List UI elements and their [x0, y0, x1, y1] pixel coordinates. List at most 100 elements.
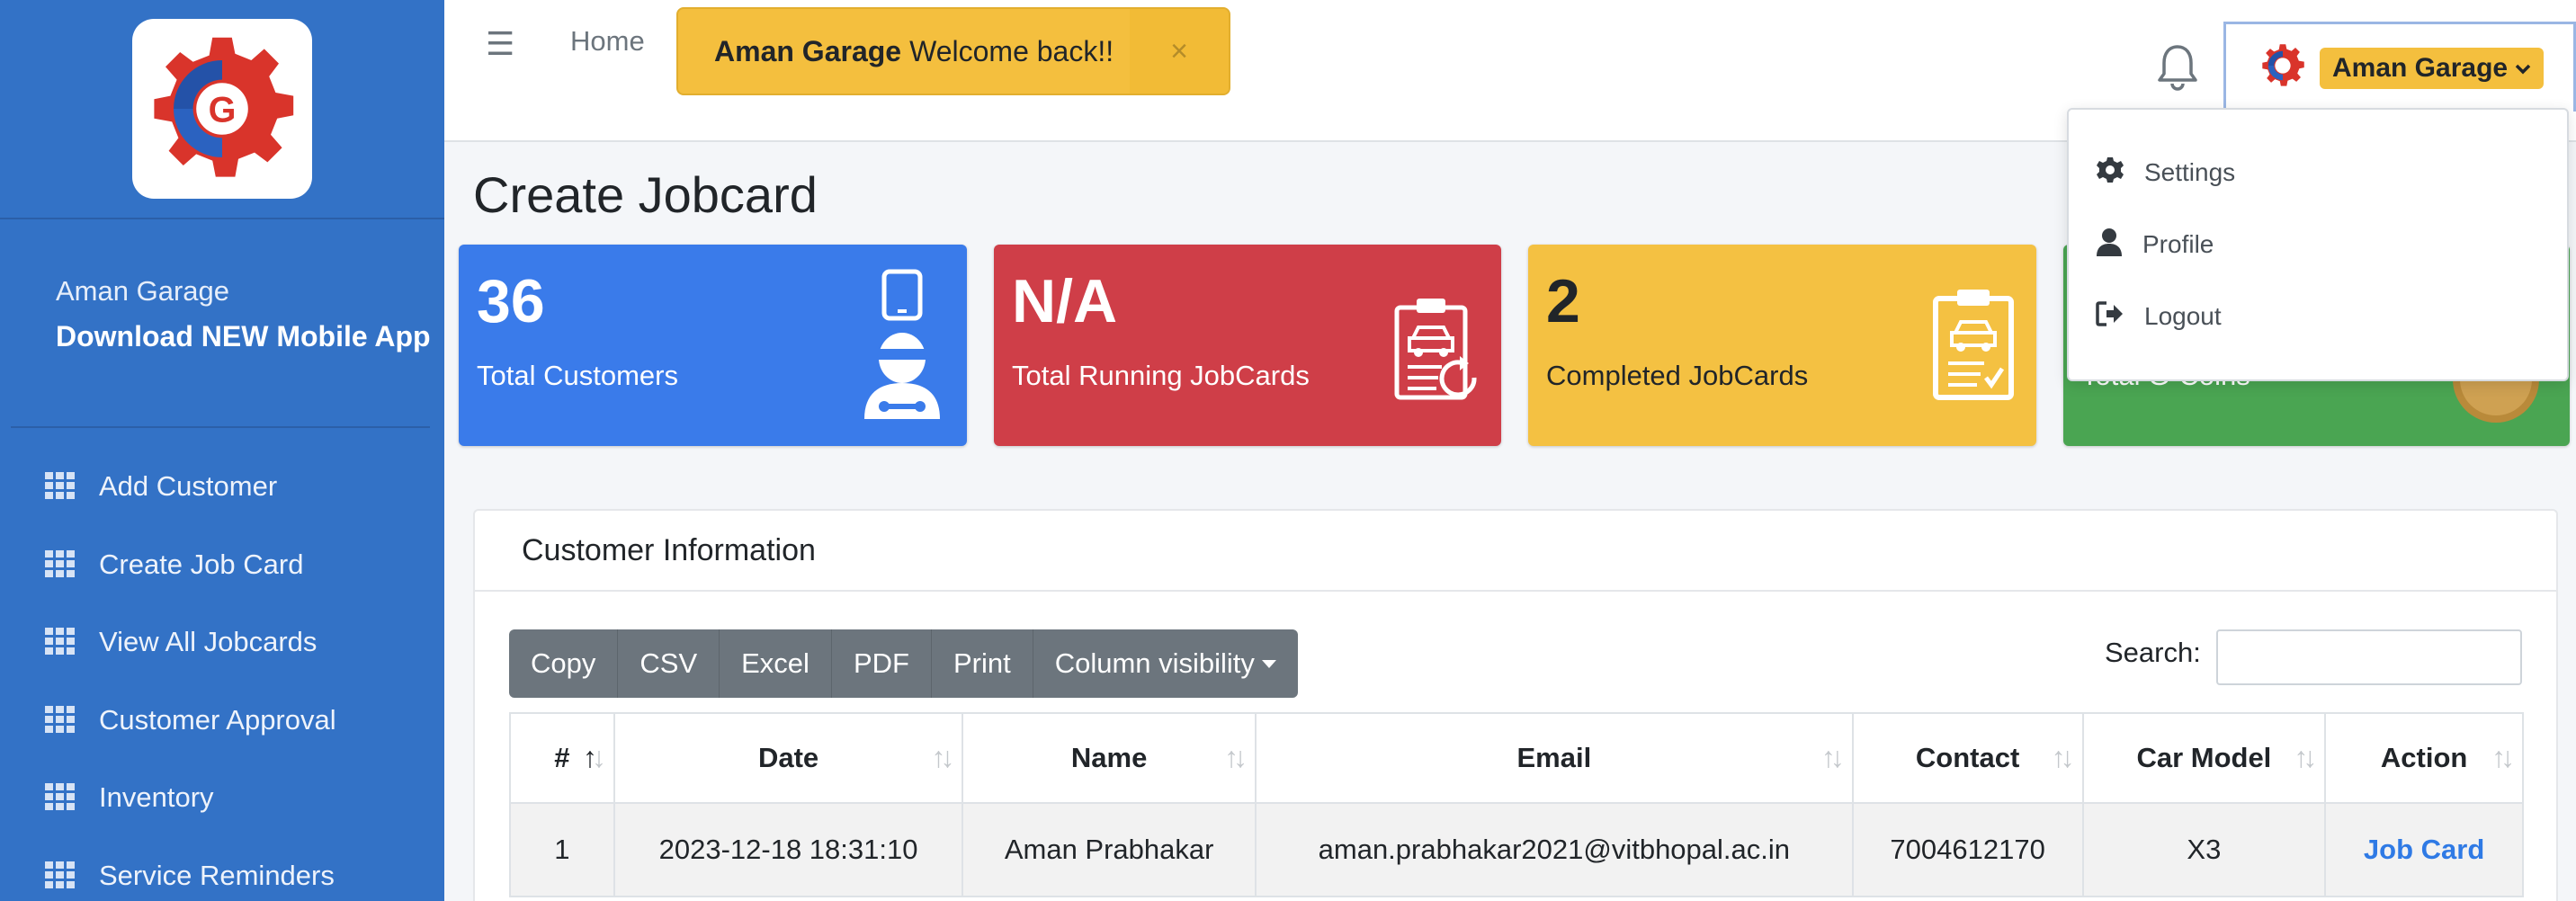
sort-asc-icon: ↑↓ — [582, 741, 606, 773]
search-input[interactable] — [2216, 629, 2522, 685]
dropdown-label-settings: Settings — [2144, 158, 2236, 186]
sidebar-item-label: Service Reminders — [99, 859, 335, 891]
table-header-row: # ↑↓ Date ↑↓ Name ↑↓ Email ↑↓ Contact ↑↓… — [509, 712, 2524, 804]
column-header-contact[interactable]: Contact ↑↓ — [1851, 712, 2084, 804]
print-button[interactable]: Print — [932, 629, 1033, 698]
dropdown-item-profile[interactable]: Profile — [2069, 209, 2567, 281]
customer-icon — [857, 268, 947, 425]
column-header-label: Date — [757, 742, 819, 773]
running-jobcard-icon — [1391, 297, 1481, 409]
sidebar-item-label: View All Jobcards — [99, 626, 318, 658]
user-name-badge: Aman Garage — [2320, 47, 2545, 89]
column-header-car-model[interactable]: Car Model ↑↓ — [2081, 712, 2327, 804]
cell-action: Job Card — [2324, 802, 2524, 897]
hamburger-menu-icon[interactable]: ☰ — [486, 25, 514, 63]
dropdown-item-logout[interactable]: Logout — [2069, 281, 2567, 352]
customer-information-panel: Customer Information Copy CSV Excel PDF … — [473, 509, 2558, 901]
cell-email: aman.prabhakar2021@vitbhopal.ac.in — [1254, 802, 1854, 897]
column-header-label: Name — [1070, 742, 1148, 773]
sort-icon: ↑↓ — [2294, 741, 2317, 773]
user-name-label: Aman Garage — [2332, 52, 2509, 83]
csv-button[interactable]: CSV — [618, 629, 720, 698]
panel-title: Customer Information — [475, 511, 2556, 592]
column-header-label: Contact — [1915, 742, 2020, 773]
stat-label: Completed JobCards — [1546, 360, 1809, 391]
sidebar: G Aman Garage Download NEW Mobile App Ad… — [0, 0, 444, 901]
job-card-link[interactable]: Job Card — [2364, 834, 2484, 865]
column-header-email[interactable]: Email ↑↓ — [1254, 712, 1854, 804]
column-header-number[interactable]: # ↑↓ — [509, 712, 615, 804]
user-menu-button[interactable]: Aman Garage — [2223, 22, 2576, 112]
sidebar-item-view-all-jobcards[interactable]: View All Jobcards — [0, 603, 444, 682]
welcome-alert: Aman Garage Welcome back!! × — [676, 7, 1230, 95]
cell-name: Aman Prabhakar — [962, 802, 1257, 897]
grid-icon — [45, 472, 77, 501]
copy-button[interactable]: Copy — [509, 629, 619, 698]
stat-card-running-jobcards[interactable]: N/A Total Running JobCards — [994, 245, 1501, 446]
search-label: Search: — [2105, 637, 2201, 668]
download-app-link[interactable]: Download NEW Mobile App — [56, 320, 444, 353]
sort-icon: ↑↓ — [1223, 741, 1248, 773]
sidebar-item-label: Inventory — [99, 781, 214, 814]
sidebar-item-inventory[interactable]: Inventory — [0, 759, 444, 837]
bell-icon[interactable] — [2157, 43, 2198, 92]
garage-logo[interactable]: G — [132, 19, 312, 199]
logo-area: G — [0, 0, 444, 219]
sidebar-nav: Add Customer Create Job Card View All Jo… — [0, 428, 444, 901]
alert-message: Welcome back!! — [909, 34, 1114, 67]
pdf-button[interactable]: PDF — [832, 629, 932, 698]
page-title: Create Jobcard — [473, 166, 818, 223]
excel-button[interactable]: Excel — [720, 629, 832, 698]
sidebar-item-label: Create Job Card — [99, 548, 304, 580]
cell-car-model: X3 — [2081, 802, 2327, 897]
column-header-label: Email — [1516, 742, 1592, 773]
column-header-date[interactable]: Date ↑↓ — [613, 712, 964, 804]
grid-icon — [45, 705, 77, 735]
stat-card-total-customers[interactable]: 36 Total Customers — [459, 245, 967, 446]
home-link[interactable]: Home — [570, 25, 645, 58]
column-header-label: # — [554, 742, 570, 773]
sort-icon: ↑↓ — [2051, 741, 2075, 773]
stat-value: 36 — [477, 267, 545, 335]
completed-jobcard-icon — [1930, 288, 2017, 407]
sidebar-user-name: Aman Garage — [56, 275, 229, 307]
column-visibility-label: Column visibility — [1054, 647, 1255, 679]
user-avatar — [2258, 41, 2307, 94]
sort-icon: ↑↓ — [1820, 741, 1845, 773]
user-panel: Aman Garage Download NEW Mobile App — [0, 219, 444, 426]
column-visibility-button[interactable]: Column visibility — [1033, 629, 1298, 698]
sidebar-item-add-customer[interactable]: Add Customer — [0, 448, 444, 526]
caret-down-icon — [1261, 659, 1276, 668]
stat-value: 2 — [1546, 267, 1580, 335]
stat-card-completed-jobcards[interactable]: 2 Completed JobCards — [1528, 245, 2036, 446]
column-header-name[interactable]: Name ↑↓ — [962, 712, 1257, 804]
alert-garage-name: Aman Garage — [714, 34, 902, 67]
sidebar-item-create-job-card[interactable]: Create Job Card — [0, 526, 444, 604]
customer-table: # ↑↓ Date ↑↓ Name ↑↓ Email ↑↓ Contact ↑↓… — [509, 712, 2524, 897]
column-header-label: Car Model — [2136, 742, 2272, 773]
sidebar-item-label: Add Customer — [99, 470, 278, 503]
chevron-down-icon — [2515, 57, 2531, 80]
stat-label: Total Running JobCards — [1012, 360, 1310, 391]
cell-number: 1 — [509, 802, 615, 897]
grid-icon — [45, 628, 77, 656]
gear-icon — [2096, 156, 2144, 191]
column-header-label: Action — [2380, 742, 2468, 773]
sidebar-item-service-reminders[interactable]: Service Reminders — [0, 837, 444, 901]
stat-label: Total Customers — [477, 360, 678, 391]
svg-text:G: G — [209, 90, 237, 129]
column-header-action[interactable]: Action ↑↓ — [2324, 712, 2524, 804]
table-row: 1 2023-12-18 18:31:10 Aman Prabhakar ama… — [509, 802, 2524, 897]
sort-icon: ↑↓ — [931, 741, 954, 773]
user-dropdown-menu: Settings Profile Logout — [2067, 108, 2569, 381]
dropdown-label-profile: Profile — [2142, 230, 2214, 258]
sidebar-item-label: Customer Approval — [99, 703, 336, 736]
alert-close-button[interactable]: × — [1130, 9, 1229, 94]
cell-date: 2023-12-18 18:31:10 — [613, 802, 964, 897]
grid-icon — [45, 549, 77, 579]
sort-icon: ↑↓ — [2491, 741, 2515, 773]
logout-icon — [2096, 300, 2144, 334]
dropdown-item-settings[interactable]: Settings — [2069, 137, 2567, 209]
sidebar-item-customer-approval[interactable]: Customer Approval — [0, 682, 444, 760]
grid-icon — [45, 783, 77, 812]
